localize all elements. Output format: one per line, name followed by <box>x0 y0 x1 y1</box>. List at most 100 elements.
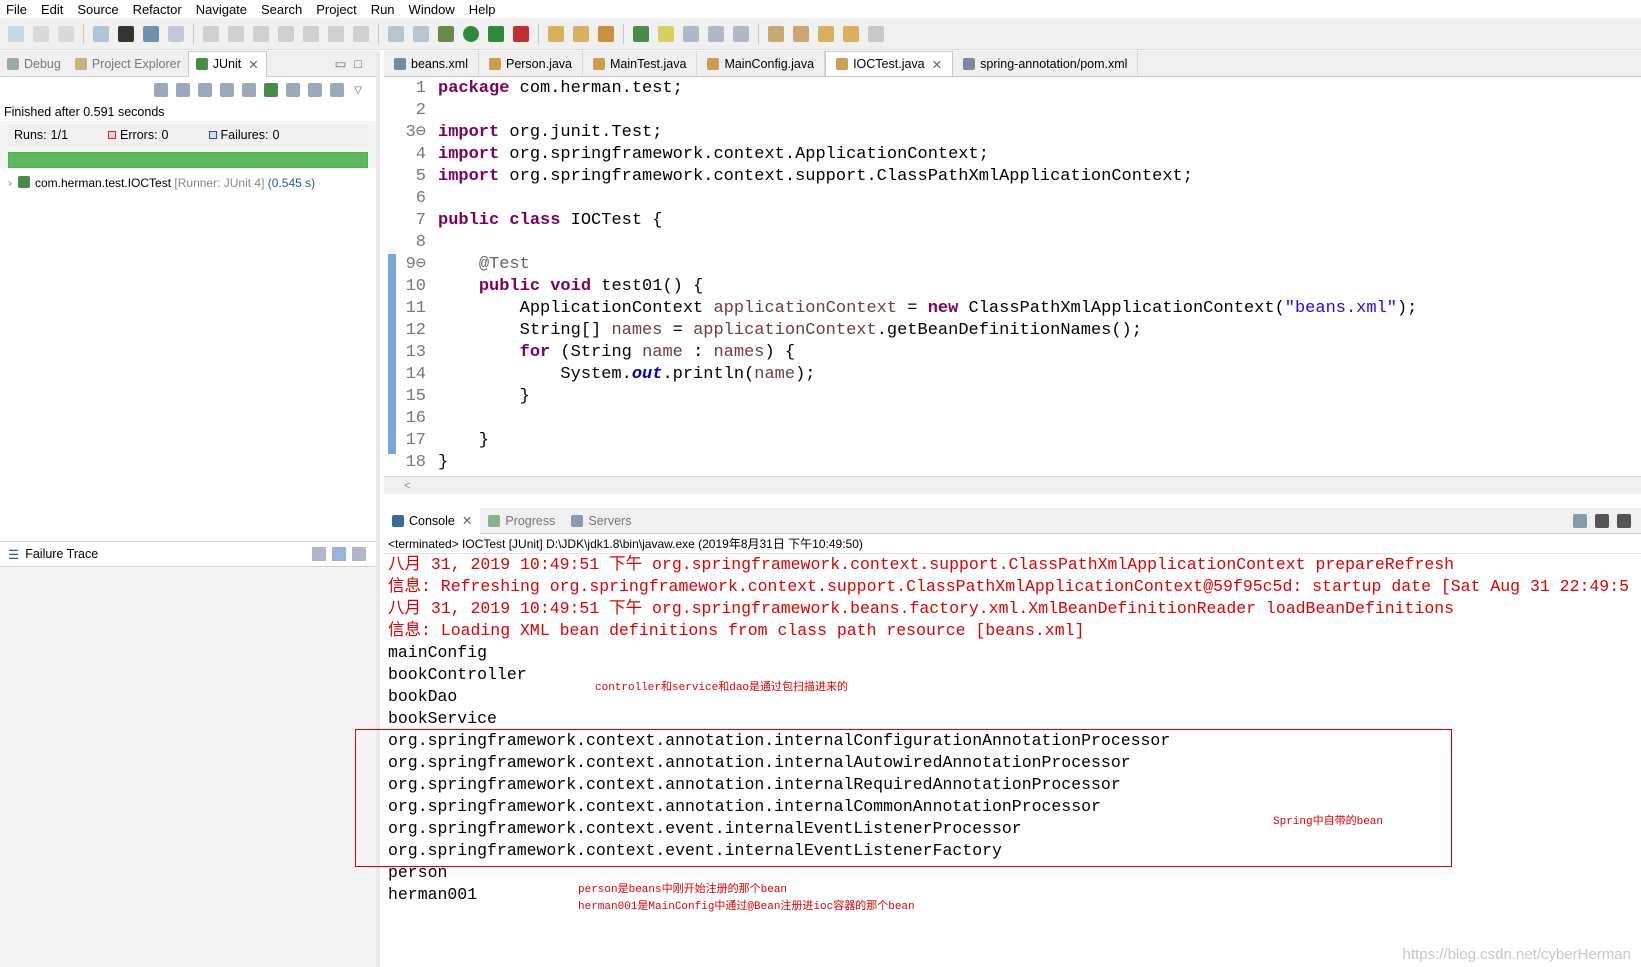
minimize-icon[interactable]: ▭ <box>335 56 347 71</box>
forward-icon[interactable] <box>868 25 884 42</box>
search-icon[interactable] <box>633 25 649 42</box>
toolbar-separator <box>378 23 379 44</box>
disconnect-icon[interactable] <box>278 25 294 42</box>
editor-tab-label: beans.xml <box>411 56 468 71</box>
filter-stack-icon[interactable] <box>312 547 326 561</box>
editor-tab[interactable]: beans.xml <box>384 51 479 76</box>
step-return-icon[interactable] <box>353 25 369 42</box>
close-icon[interactable]: ✕ <box>248 57 258 72</box>
code-text: } <box>438 453 449 472</box>
new-package-icon[interactable] <box>548 25 564 42</box>
code-area[interactable]: 1 package com.herman.test; 2 3⊖ import org.j… <box>398 78 1641 474</box>
step-into-icon[interactable] <box>303 25 319 42</box>
file-icon <box>593 57 605 70</box>
toolbar-separator <box>758 23 759 44</box>
tab-servers[interactable]: Servers <box>563 508 639 534</box>
editor-tab-label: MainConfig.java <box>724 56 815 71</box>
tab-label: Servers <box>588 513 632 528</box>
next-annotation-icon[interactable] <box>768 25 784 42</box>
remove-all-terminated-icon[interactable] <box>1617 513 1631 528</box>
chevron-right-icon[interactable]: › <box>8 176 12 190</box>
print-icon[interactable] <box>93 25 109 42</box>
tab-console[interactable]: Console ✕ <box>384 507 481 534</box>
file-icon <box>836 58 849 70</box>
rerun-failed-first-icon[interactable] <box>286 83 301 97</box>
save-all-icon[interactable] <box>58 25 74 42</box>
menu-item-edit[interactable]: Edit <box>41 2 63 17</box>
toggle-mark-occurrences-icon[interactable] <box>658 25 674 42</box>
open-type-icon[interactable] <box>598 25 614 42</box>
step-over-icon[interactable] <box>328 25 344 42</box>
menu-item-refactor[interactable]: Refactor <box>133 2 182 17</box>
tree-item[interactable]: com.herman.test.IOCTest [Runner: JUnit 4… <box>35 176 315 190</box>
close-icon[interactable]: ✕ <box>462 513 472 528</box>
menu-item-help[interactable]: Help <box>469 2 496 17</box>
remove-launch-icon[interactable] <box>1595 513 1609 528</box>
previous-annotation-icon[interactable] <box>793 25 809 42</box>
code-editor[interactable]: 1 package com.herman.test; 2 3⊖ import org.j… <box>384 78 1641 476</box>
run-icon[interactable] <box>463 25 479 42</box>
pilcrow-icon[interactable] <box>733 25 749 42</box>
previous-failure-icon[interactable] <box>176 83 191 97</box>
maximize-icon[interactable]: □ <box>354 57 362 71</box>
console-line: bookController <box>388 665 527 684</box>
profile-icon[interactable] <box>118 25 134 42</box>
progress-icon <box>488 514 501 527</box>
debug-icon[interactable] <box>438 25 454 42</box>
console-line: bookDao <box>388 687 458 706</box>
menu-item-window[interactable]: Window <box>409 2 455 17</box>
stop-icon[interactable] <box>308 83 323 97</box>
editor-tab[interactable]: Person.java <box>479 51 583 76</box>
tab-junit[interactable]: JUnit ✕ <box>187 50 267 77</box>
toggle-block-selection-icon[interactable] <box>683 25 699 42</box>
layout-icon[interactable] <box>242 83 257 97</box>
new-class-icon[interactable] <box>573 25 589 42</box>
overview-ruler <box>384 78 398 476</box>
last-edit-icon[interactable] <box>818 25 834 42</box>
terminal-icon[interactable] <box>143 25 159 42</box>
tab-project-explorer[interactable]: Project Explorer <box>68 51 188 77</box>
save-icon[interactable] <box>33 25 49 42</box>
editor-tab[interactable]: spring-annotation/pom.xml <box>953 51 1139 76</box>
coverage-icon[interactable] <box>488 25 504 42</box>
tab-debug[interactable]: Debug <box>0 51 68 77</box>
show-failures-only-icon[interactable] <box>198 83 213 97</box>
skip-breakpoints-icon[interactable] <box>168 25 184 42</box>
compare-icon[interactable] <box>332 547 346 561</box>
editor-tab[interactable]: MainConfig.java <box>697 51 826 76</box>
view-menu-icon[interactable]: ▽ <box>354 85 362 96</box>
menu-item-run[interactable]: Run <box>371 2 395 17</box>
editor-tab-label: spring-annotation/pom.xml <box>980 56 1128 71</box>
scroll-lock-icon[interactable] <box>220 83 235 97</box>
use-step-filters-icon[interactable] <box>388 25 404 42</box>
horizontal-scrollbar[interactable]: < <box>384 476 1641 494</box>
code-text: } <box>438 387 530 406</box>
selection-marker <box>388 254 396 454</box>
close-icon[interactable]: ✕ <box>932 57 942 72</box>
code-line: 13 for (String name : names) { <box>398 342 1641 364</box>
suspend-icon[interactable] <box>228 25 244 42</box>
next-failure-icon[interactable] <box>154 83 169 97</box>
show-whitespace-icon[interactable] <box>708 25 724 42</box>
back-icon[interactable] <box>843 25 859 42</box>
rerun-test-icon[interactable] <box>264 83 279 97</box>
terminate-icon[interactable] <box>1573 513 1587 528</box>
editor-tab[interactable]: IOCTest.java ✕ <box>825 51 954 76</box>
tab-progress[interactable]: Progress <box>480 508 563 534</box>
editor-tab[interactable]: MainTest.java <box>583 51 698 76</box>
copy-trace-icon[interactable] <box>352 547 366 561</box>
highlight-box <box>355 729 1452 867</box>
menu-item-project[interactable]: Project <box>316 2 356 17</box>
menu-item-search[interactable]: Search <box>261 2 302 17</box>
external-tools-icon[interactable] <box>513 25 529 42</box>
drop-to-frame-icon[interactable] <box>413 25 429 42</box>
test-run-history-icon[interactable] <box>330 83 345 97</box>
terminate-icon[interactable] <box>253 25 269 42</box>
menu-item-file[interactable]: File <box>6 2 27 17</box>
menu-item-navigate[interactable]: Navigate <box>196 2 247 17</box>
new-icon[interactable] <box>8 25 24 42</box>
tab-label: Progress <box>505 513 556 528</box>
menu-item-source[interactable]: Source <box>77 2 118 17</box>
resume-icon[interactable] <box>203 25 219 42</box>
line-number: 1 <box>415 79 426 98</box>
